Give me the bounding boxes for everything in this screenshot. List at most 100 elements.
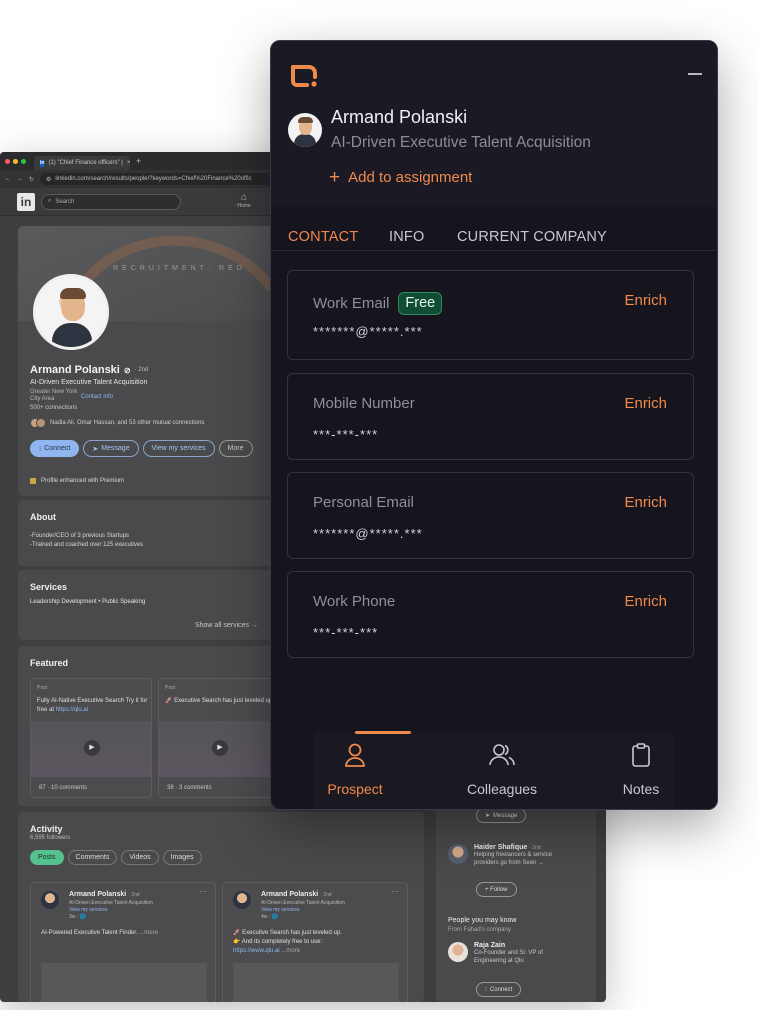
profile-name: Armand Polanski [30, 364, 120, 376]
home-icon: ⌂ [240, 192, 248, 203]
activity-tab-images[interactable]: Images [162, 850, 202, 865]
post-services-link[interactable]: View my services [261, 907, 345, 914]
post-more-link[interactable]: ...more [139, 930, 158, 936]
free-badge: Free [398, 292, 443, 315]
enrich-work-phone-button[interactable]: Enrich [624, 593, 667, 610]
minimize-icon[interactable] [688, 73, 702, 75]
post-subheader: AI-Driven Executive Talent Acquisition V… [69, 900, 153, 921]
mobile-number-field: Mobile Number Enrich ***-***-*** [287, 373, 694, 460]
activity-post[interactable]: Armand Polanski · 2nd AI-Driven Executiv… [30, 882, 216, 1002]
post-body-link[interactable]: https://www.qlu.ai [233, 948, 280, 954]
add-to-assignment-button[interactable]: + Add to assignment [329, 167, 472, 188]
post-more-link[interactable]: ...more [281, 948, 300, 954]
connection-degree: · 2nd [134, 367, 149, 373]
view-services-button[interactable]: View my services [142, 440, 215, 457]
sidebar-connect-label: Connect [489, 986, 513, 993]
activity-tab-posts[interactable]: Posts [30, 850, 64, 865]
work-phone-value: ***-***-*** [313, 625, 379, 640]
featured-title: Featured [30, 658, 69, 668]
close-window-button[interactable] [5, 158, 10, 164]
post-services-link[interactable]: View my services [69, 907, 153, 914]
post-more-icon[interactable]: ··· [391, 887, 399, 896]
connections-count[interactable]: 500+ connections [30, 405, 77, 411]
linkedin-logo[interactable]: in [17, 192, 35, 211]
enrich-work-email-button[interactable]: Enrich [624, 292, 667, 309]
enrich-mobile-number-button[interactable]: Enrich [624, 395, 667, 412]
nav-prospect[interactable]: Prospect [295, 741, 415, 797]
enrich-personal-email-button[interactable]: Enrich [624, 494, 667, 511]
post-more-icon[interactable]: ··· [199, 887, 207, 896]
featured-item[interactable]: Post 🚀 Executive Search has just leveled… [158, 678, 280, 798]
linkedin-favicon-icon: in [40, 159, 45, 167]
tab-contact[interactable]: CONTACT [288, 229, 358, 245]
post-author: Armand Polanski · 2nd [261, 891, 332, 898]
sidebar-message-label: Message [493, 812, 518, 819]
new-tab-button[interactable]: + [136, 156, 141, 166]
forward-arrow-icon[interactable]: → [17, 176, 23, 182]
play-icon[interactable]: ▶ [212, 740, 228, 756]
featured-item[interactable]: Post Fully AI-Native Executive Search Tr… [30, 678, 152, 798]
search-icon: ⌕ [48, 198, 52, 204]
browser-tab[interactable]: in (1) "Chief Finance officers" | × [34, 156, 130, 170]
message-button[interactable]: ➤ Message [83, 440, 139, 457]
sidebar-message-button[interactable]: ➤ Message [476, 808, 527, 823]
work-email-label: Work Email [313, 295, 390, 312]
plus-icon: + [329, 167, 341, 188]
suggested-person[interactable]: Raja Zain Co-Founder and Sr. VP of Engin… [448, 942, 574, 965]
post-author: Armand Polanski · 2nd [69, 891, 140, 898]
close-tab-icon[interactable]: × [127, 160, 130, 166]
people-icon [442, 741, 562, 769]
nav-home[interactable]: ⌂ Home [234, 192, 254, 209]
show-all-services-link[interactable]: Show all services → [195, 622, 258, 629]
person-name-text: Haider Shafique [474, 844, 528, 851]
more-button[interactable]: More [218, 440, 253, 457]
nav-notes[interactable]: Notes [581, 741, 701, 797]
premium-icon [30, 478, 36, 484]
post-body-line: 🚀 Executive Search has just leveled up. [233, 930, 342, 936]
nav-colleagues[interactable]: Colleagues [442, 741, 562, 797]
post-headline: AI-Driven Executive Talent Acquisition [69, 900, 153, 906]
play-icon[interactable]: ▶ [84, 740, 100, 756]
contact-info-link[interactable]: Contact info [81, 394, 113, 400]
services-title: Services [30, 582, 68, 592]
mutual-connections[interactable]: Nadia Ali, Omar Hassan, and 53 other mut… [30, 418, 204, 428]
personal-email-field: Personal Email Enrich *******@*****.*** [287, 472, 694, 559]
search-placeholder: Search [55, 198, 75, 205]
services-list: Leadership Development • Public Speaking [30, 599, 146, 605]
sidebar-connect-button[interactable]: ⁝ Connect [476, 982, 522, 997]
sidebar-card: ➤ Message Haider Shafique · 2nd Helping … [436, 800, 596, 1002]
post-body: 🚀 Executive Search has just leveled up. … [233, 929, 401, 956]
tab-current-company[interactable]: CURRENT COMPANY [457, 229, 607, 245]
post-headline: AI-Driven Executive Talent Acquisition [261, 900, 345, 906]
activity-tab-videos[interactable]: Videos [121, 850, 159, 865]
post-media [233, 963, 399, 1002]
connect-button[interactable]: ⁝ Connect [30, 440, 80, 457]
tab-info[interactable]: INFO [389, 229, 424, 245]
suggested-person[interactable]: Haider Shafique · 2nd Helping freelancer… [448, 844, 574, 867]
add-person-icon: ⁝ [485, 987, 487, 993]
verified-icon: ⊘ [123, 365, 131, 375]
minimize-window-button[interactable] [13, 158, 18, 164]
work-phone-field: Work Phone Enrich ***-***-*** [287, 571, 694, 658]
profile-photo[interactable] [33, 274, 109, 350]
back-arrow-icon[interactable]: ← [5, 176, 11, 182]
reload-icon[interactable]: ↻ [29, 176, 34, 183]
premium-note: Profile enhanced with Premium [30, 478, 124, 484]
panel-avatar [288, 113, 322, 147]
qlu-logo-icon [291, 65, 317, 87]
profile-card: RECRUITMENT. RED Armand Polanski ⊘ · 2nd… [18, 226, 282, 496]
person-avatar [448, 844, 468, 864]
follow-button[interactable]: + Follow [476, 882, 517, 897]
featured-card: Featured Post Fully AI-Native Executive … [18, 646, 282, 806]
linkedin-search-input[interactable]: ⌕ Search [41, 193, 181, 210]
post-time: 4w · 🌐 [261, 914, 279, 920]
activity-tab-comments[interactable]: Comments [67, 850, 118, 865]
nav-prospect-label: Prospect [327, 781, 383, 797]
pymk-subtitle: From Fahad's company [448, 927, 511, 933]
maximize-window-button[interactable] [21, 158, 26, 164]
featured-link[interactable]: https://qlu.ai [56, 707, 88, 713]
post-author-name: Armand Polanski [69, 891, 127, 898]
activity-post[interactable]: Armand Polanski · 2nd AI-Driven Executiv… [222, 882, 408, 1002]
person-icon [295, 741, 415, 769]
site-settings-icon[interactable]: ⚙ [46, 176, 51, 183]
